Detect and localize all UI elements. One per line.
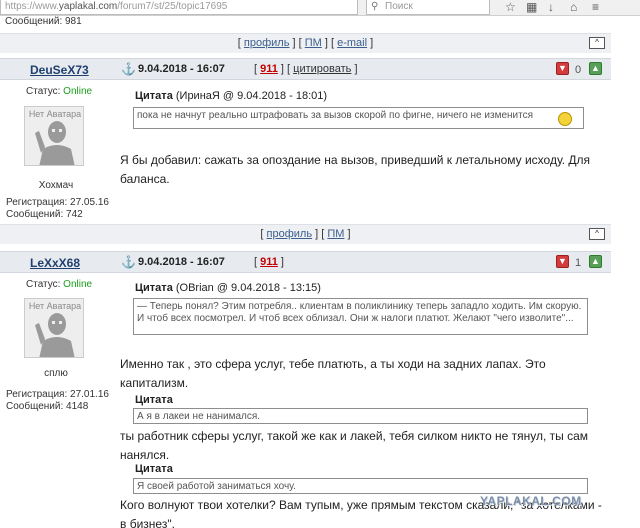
status-online: Online	[63, 86, 93, 97]
post-username[interactable]: DeuSeX73	[30, 63, 89, 77]
search-icon: ⚲	[371, 1, 379, 12]
user-msg-count: Сообщений: 742	[6, 209, 83, 220]
menu-icon[interactable]: ≡	[592, 0, 599, 14]
page-right-margin	[611, 16, 640, 528]
status-label: Статус:	[26, 279, 61, 290]
vote-up-icon[interactable]: ▲	[589, 255, 602, 268]
quote-label: Цитата	[135, 90, 173, 102]
home-icon[interactable]: ⌂	[570, 0, 577, 14]
vote-count: 0	[575, 64, 582, 76]
quote-meta: (ИринаЯ @ 9.04.2018 - 18:01)	[175, 90, 328, 102]
browser-toolbar: https://www.yaplakal.com/forum7/st/25/to…	[0, 0, 640, 16]
quote-box: Я своей работой заниматься хочу.	[133, 478, 588, 494]
msgs-count: 742	[66, 209, 83, 220]
user-reg-date: Регистрация: 27.05.16	[6, 197, 109, 208]
site-watermark: YAPLAKAL.COM	[480, 494, 582, 508]
post-actions: [ 911 ] [ цитировать ]	[254, 63, 358, 75]
reg-label: Регистрация:	[6, 197, 68, 208]
quote-header: Цитата	[135, 394, 173, 406]
quote-header: Цитата	[135, 463, 173, 475]
post-number-link[interactable]: 911	[260, 63, 278, 75]
vote-up-icon[interactable]: ▲	[589, 62, 602, 75]
avatar[interactable]: Нет Аватара	[24, 298, 84, 358]
user-title: сплю	[44, 368, 68, 379]
address-bar[interactable]: https://www.yaplakal.com/forum7/st/25/to…	[0, 0, 358, 15]
post-date: 9.04.2018 - 16:07	[138, 256, 225, 268]
msgs-count: 4148	[66, 401, 89, 412]
post-body: Я бы добавил: сажать за опоздание на выз…	[120, 153, 591, 186]
anchor-icon[interactable]: ⚓	[121, 255, 136, 269]
quote-label: Цитата	[135, 282, 173, 294]
url-prefix: https://www.	[5, 1, 59, 12]
quote-text: — Теперь понял? Этим потребля.. клиентам…	[137, 301, 582, 324]
quote-text: Я своей работой заниматься хочу.	[137, 481, 296, 492]
reg-date: 27.01.16	[70, 389, 109, 400]
profile-link[interactable]: профиль	[267, 228, 313, 240]
status-online: Online	[63, 279, 93, 290]
vote-down-icon[interactable]: ▼	[556, 62, 569, 75]
quote-link[interactable]: цитировать	[293, 63, 351, 75]
post-links-bar: [ профиль ] [ ПМ ] ^	[0, 224, 611, 244]
quote-meta: (OBrian @ 9.04.2018 - 13:15)	[175, 282, 321, 294]
post-username[interactable]: LeXxX68	[30, 256, 80, 270]
quote-box: — Теперь понял? Этим потребля.. клиентам…	[133, 298, 588, 335]
user-msg-count: Сообщений: 4148	[6, 401, 88, 412]
quote-header: Цитата (ИринаЯ @ 9.04.2018 - 18:01)	[135, 90, 327, 102]
url-domain: yaplakal.com	[58, 1, 118, 12]
profile-link[interactable]: профиль	[244, 37, 290, 49]
smiley-icon	[558, 112, 572, 126]
user-reg-date: Регистрация: 27.01.16	[6, 389, 109, 400]
reg-date: 27.05.16	[70, 197, 109, 208]
reg-label: Регистрация:	[6, 389, 68, 400]
post-body: Именно так , это сфера услуг, тебе платю…	[120, 357, 546, 390]
url-path: /forum7/st/25/topic17695	[117, 1, 228, 12]
quote-label: Цитата	[135, 463, 173, 475]
anchor-icon[interactable]: ⚓	[121, 62, 136, 76]
vote-count: 1	[575, 257, 582, 269]
scroll-up-button[interactable]: ^	[589, 37, 605, 49]
search-placeholder: Поиск	[385, 1, 413, 12]
download-icon[interactable]: ↓	[548, 0, 554, 14]
msgs-label: Сообщений:	[6, 209, 64, 220]
post-actions: [ 911 ]	[254, 256, 284, 268]
quote-label: Цитата	[135, 394, 173, 406]
vote-down-icon[interactable]: ▼	[556, 255, 569, 268]
post-links-bar: [ профиль ] [ ПМ ] [ e-mail ] ^	[0, 33, 611, 53]
quote-box: пока не начнут реально штрафовать за выз…	[133, 107, 584, 129]
quote-box: А я в лакеи не нанимался.	[133, 408, 588, 424]
star-icon[interactable]: ☆	[505, 0, 516, 14]
avatar-placeholder-text: Нет Аватара	[28, 109, 82, 119]
quote-text: А я в лакеи не нанимался.	[137, 411, 261, 422]
post-body: ты работник сферы услуг, такой же как и …	[120, 429, 589, 462]
scroll-up-button[interactable]: ^	[589, 228, 605, 240]
browser-search-input[interactable]: ⚲ Поиск	[366, 0, 490, 15]
post-date: 9.04.2018 - 16:07	[138, 63, 225, 75]
post-number-link[interactable]: 911	[260, 256, 278, 268]
user-status: Статус: Online	[26, 86, 92, 97]
quote-text: пока не начнут реально штрафовать за выз…	[137, 110, 533, 121]
quote-header: Цитата (OBrian @ 9.04.2018 - 13:15)	[135, 282, 321, 294]
user-title: Хохмач	[38, 180, 74, 191]
post-header: DeuSeX73 ⚓ 9.04.2018 - 16:07 [ 911 ] [ ц…	[0, 58, 611, 80]
avatar-placeholder-text: Нет Аватара	[28, 301, 82, 311]
pm-link[interactable]: ПМ	[305, 37, 322, 49]
user-status: Статус: Online	[26, 279, 92, 290]
avatar[interactable]: Нет Аватара	[24, 106, 84, 166]
previous-post-msgcount: Сообщений: 981	[5, 16, 82, 27]
msgs-label: Сообщений:	[6, 401, 64, 412]
status-label: Статус:	[26, 86, 61, 97]
post-header: LeXxX68 ⚓ 9.04.2018 - 16:07 [ 911 ] ▼ 1 …	[0, 251, 611, 273]
pm-link[interactable]: ПМ	[327, 228, 344, 240]
email-link[interactable]: e-mail	[337, 37, 367, 49]
bookmark-icon[interactable]: ▦	[526, 0, 537, 14]
